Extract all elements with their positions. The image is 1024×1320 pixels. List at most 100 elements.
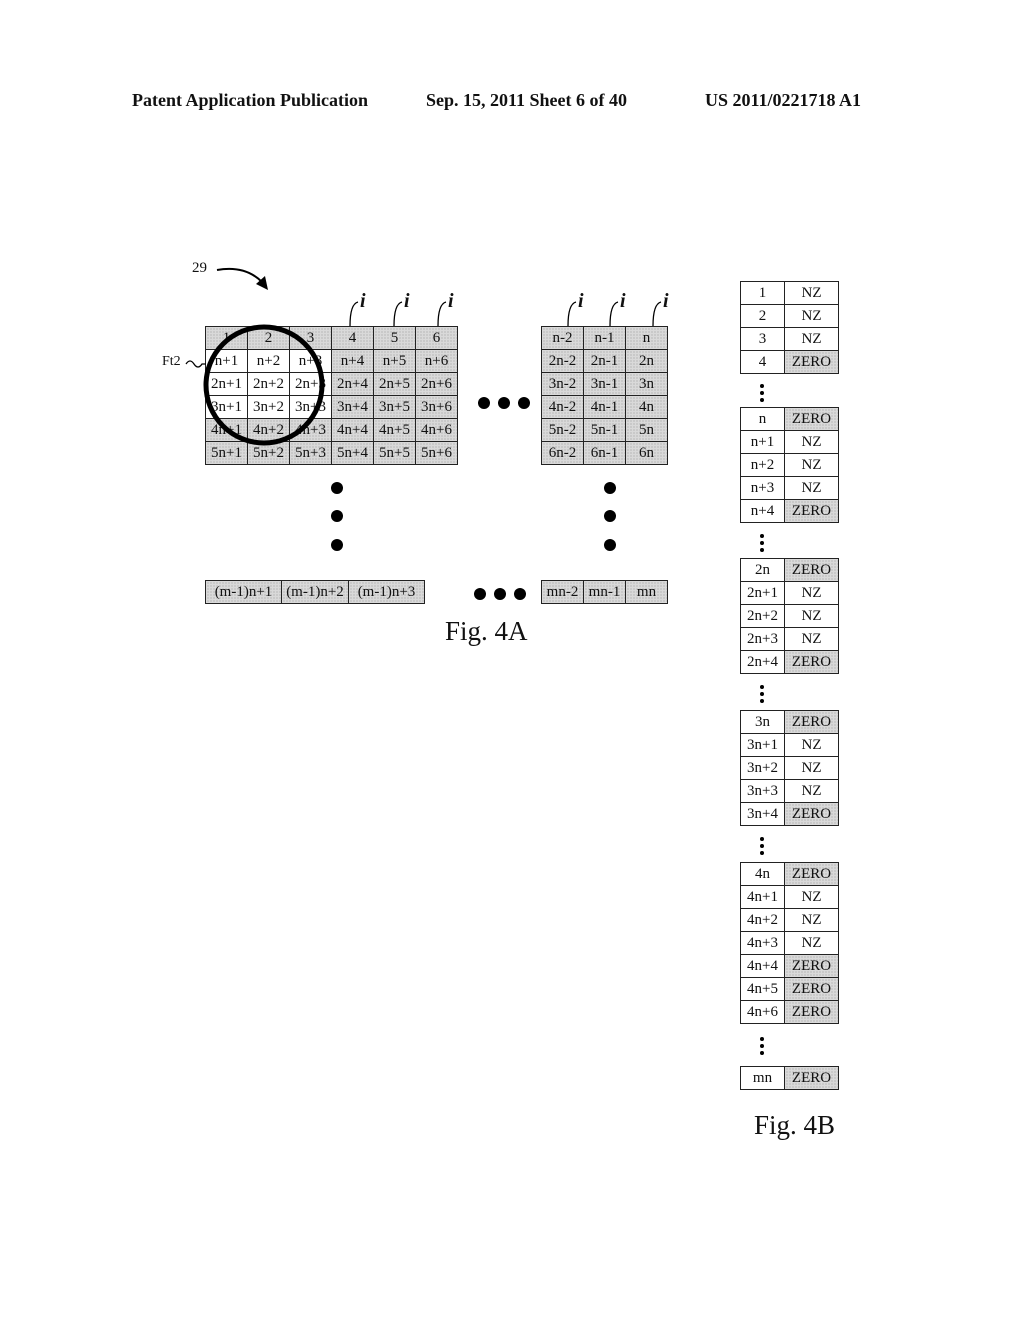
pixel-index: 4n xyxy=(740,862,785,886)
grid-row: 123456 xyxy=(205,326,458,350)
grid-cell: 2 xyxy=(247,326,290,350)
zero-flag: ZERO xyxy=(784,1066,839,1090)
grid-cell: 4n xyxy=(625,395,668,419)
grid-cell: 3n+3 xyxy=(289,395,332,419)
grid-cell: 5n+3 xyxy=(289,441,332,465)
sparsity-row: n+3 NZ xyxy=(740,476,839,500)
grid-cell: 6n xyxy=(625,441,668,465)
grid-cell: n+2 xyxy=(247,349,290,373)
grid-cell: 2n+4 xyxy=(331,372,374,396)
grid-row: 2n-2 2n-1 2n xyxy=(541,349,668,373)
nonzero-flag: NZ xyxy=(784,733,839,757)
sparsity-table-group: 3n ZERO 3n+1 NZ 3n+2 NZ 3n+3 NZ 3n+4 ZERO xyxy=(740,710,839,826)
vertical-ellipsis xyxy=(760,383,764,405)
grid-cell: 5n+5 xyxy=(373,441,416,465)
figure-label-4b: Fig. 4B xyxy=(754,1110,836,1140)
zero-flag: ZERO xyxy=(784,350,839,374)
grid-row: mn-2 mn-1 mn xyxy=(541,580,668,604)
ellipsis-dot xyxy=(514,588,526,600)
sparsity-row: 4n+6 ZERO xyxy=(740,1000,839,1024)
grid-cell: mn-1 xyxy=(583,580,626,604)
sparsity-row: n+1 NZ xyxy=(740,430,839,454)
vertical-ellipsis xyxy=(760,534,764,555)
pixel-index: n+3 xyxy=(740,476,785,500)
ellipsis-dot xyxy=(474,588,486,600)
filter-label: Ft2 xyxy=(162,354,181,369)
grid-cell: n+5 xyxy=(373,349,416,373)
sparsity-row: 4n+1 NZ xyxy=(740,885,839,909)
ellipsis-dot xyxy=(331,510,343,522)
zero-flag: ZERO xyxy=(784,1000,839,1024)
nonzero-flag: NZ xyxy=(784,453,839,477)
pixel-index: 3 xyxy=(740,327,785,351)
pixel-index: n+2 xyxy=(740,453,785,477)
sparsity-row: 3n+1 NZ xyxy=(740,733,839,757)
grid-cell: 2n+3 xyxy=(289,372,332,396)
column-index-leader xyxy=(393,301,403,326)
grid-cell: 4n+1 xyxy=(205,418,248,442)
publication-date-sheet: Sep. 15, 2011 Sheet 6 of 40 xyxy=(426,90,628,110)
column-index-leader xyxy=(349,301,359,326)
nonzero-flag: NZ xyxy=(784,430,839,454)
ellipsis-dot xyxy=(331,482,343,494)
reference-number: 29 xyxy=(192,260,207,276)
grid-cell: 3n+5 xyxy=(373,395,416,419)
pixel-index: 4n+5 xyxy=(740,977,785,1001)
sparsity-row: n+4 ZERO xyxy=(740,499,839,523)
grid-cell: mn xyxy=(625,580,668,604)
grid-cell: 4n-2 xyxy=(541,395,584,419)
sparsity-row: 2n ZERO xyxy=(740,558,839,582)
pixel-index: 2n+3 xyxy=(740,627,785,651)
grid-cell: n+3 xyxy=(289,349,332,373)
grid-cell: 3n+6 xyxy=(415,395,458,419)
nonzero-flag: NZ xyxy=(784,281,839,305)
nonzero-flag: NZ xyxy=(784,931,839,955)
pixel-index: 3n+4 xyxy=(740,802,785,826)
grid-cell: (m-1)n+3 xyxy=(348,580,425,604)
pixel-index: 4n+6 xyxy=(740,1000,785,1024)
grid-cell: 4n+4 xyxy=(331,418,374,442)
pixel-index: 2 xyxy=(740,304,785,328)
grid-cell: 2n+2 xyxy=(247,372,290,396)
grid-row: 4n-2 4n-1 4n xyxy=(541,395,668,419)
grid-cell: 2n-2 xyxy=(541,349,584,373)
reference-arrowhead xyxy=(256,276,268,290)
sparsity-row: 3n ZERO xyxy=(740,710,839,734)
grid-cell: 6n-1 xyxy=(583,441,626,465)
grid-cell: n-2 xyxy=(541,326,584,350)
zero-flag: ZERO xyxy=(784,407,839,431)
column-index-leader xyxy=(652,301,662,326)
vertical-ellipsis xyxy=(760,837,764,858)
grid-cell: n xyxy=(625,326,668,350)
ellipsis-dot xyxy=(478,397,490,409)
grid-cell: 2n+5 xyxy=(373,372,416,396)
grid-cell: 5n+6 xyxy=(415,441,458,465)
grid-cell: 4n+3 xyxy=(289,418,332,442)
column-index-label: i xyxy=(448,290,454,312)
grid-cell: 5n+4 xyxy=(331,441,374,465)
pixel-index: 2n+2 xyxy=(740,604,785,628)
sparsity-row: 4n+2 NZ xyxy=(740,908,839,932)
filter-leader-line xyxy=(185,360,206,368)
zero-flag: ZERO xyxy=(784,558,839,582)
nonzero-flag: NZ xyxy=(784,304,839,328)
grid-cell: 4 xyxy=(331,326,374,350)
grid-cell: 4n+6 xyxy=(415,418,458,442)
grid-cell: 3n+1 xyxy=(205,395,248,419)
nonzero-flag: NZ xyxy=(784,885,839,909)
pixel-index: 4n+2 xyxy=(740,908,785,932)
sparsity-row: 1 NZ xyxy=(740,281,839,305)
nonzero-flag: NZ xyxy=(784,327,839,351)
ellipsis-dot xyxy=(604,482,616,494)
grid-cell: 4n-1 xyxy=(583,395,626,419)
nonzero-flag: NZ xyxy=(784,908,839,932)
zero-flag: ZERO xyxy=(784,954,839,978)
pixel-index: n+1 xyxy=(740,430,785,454)
grid-cell: 6n-2 xyxy=(541,441,584,465)
pixel-index: 3n+3 xyxy=(740,779,785,803)
grid-row: 2n+1 2n+2 2n+3 2n+4 2n+5 2n+6 xyxy=(205,372,458,396)
pixel-index: n xyxy=(740,407,785,431)
grid-cell: n+1 xyxy=(205,349,248,373)
pixel-index: 3n+2 xyxy=(740,756,785,780)
sparsity-row: 3n+3 NZ xyxy=(740,779,839,803)
